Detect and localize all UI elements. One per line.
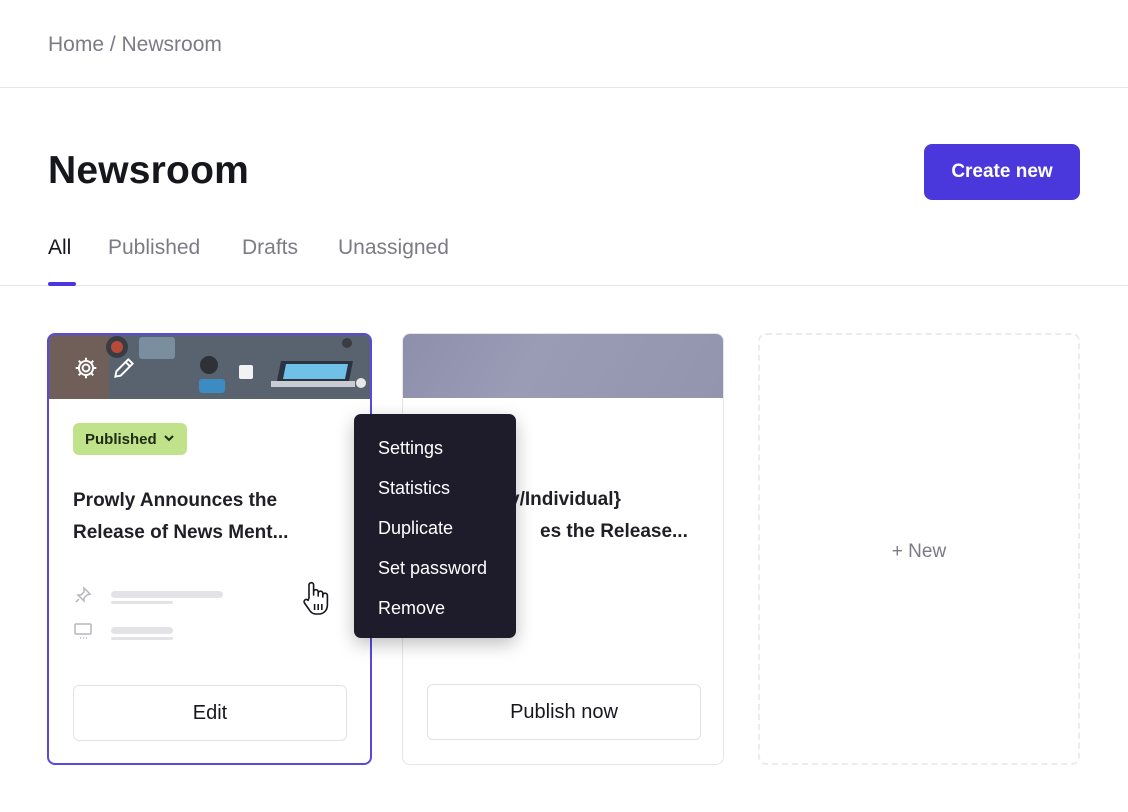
breadcrumb[interactable]: Home / Newsroom	[48, 33, 222, 57]
tab-published[interactable]: Published	[108, 236, 200, 260]
card-title-line: Release of News Ment...	[73, 522, 289, 543]
menu-item-settings[interactable]: Settings	[354, 428, 516, 468]
meta-row	[73, 585, 223, 610]
meta-placeholder	[111, 627, 173, 634]
menu-item-statistics[interactable]: Statistics	[354, 468, 516, 508]
pencil-icon[interactable]	[111, 355, 137, 386]
new-card-placeholder[interactable]: + New	[758, 333, 1080, 765]
card-title[interactable]: Prowly Announces the Release of News Men…	[73, 485, 343, 549]
tab-unassigned[interactable]: Unassigned	[338, 236, 449, 260]
status-label: Published	[85, 430, 157, 448]
gear-icon[interactable]	[73, 355, 99, 386]
create-new-button[interactable]: Create new	[924, 144, 1080, 200]
menu-item-remove[interactable]: Remove	[354, 588, 516, 628]
card-cover-image	[49, 335, 370, 399]
meta-placeholder	[111, 601, 173, 604]
card-title-line: Prowly Announces the	[73, 490, 278, 511]
tab-bar: All Published Drafts Unassigned	[0, 220, 1128, 286]
pin-icon	[73, 585, 93, 610]
active-tab-indicator	[48, 282, 76, 286]
card-context-menu: Settings Statistics Duplicate Set passwo…	[354, 414, 516, 638]
publish-now-button[interactable]: Publish now	[427, 684, 701, 740]
status-badge[interactable]: Published	[73, 423, 187, 455]
hand-cursor-icon	[300, 580, 332, 621]
newsroom-card[interactable]: Published Prowly Announces the Release o…	[47, 333, 372, 765]
edit-button[interactable]: Edit	[73, 685, 347, 741]
card-cover-image	[403, 334, 723, 398]
tab-drafts[interactable]: Drafts	[242, 236, 298, 260]
chevron-down-icon	[163, 431, 175, 448]
menu-item-set-password[interactable]: Set password	[354, 548, 516, 588]
meta-row	[73, 621, 173, 646]
new-card-label[interactable]: + New	[760, 541, 1078, 563]
meta-placeholder	[111, 637, 173, 640]
tab-all[interactable]: All	[48, 236, 71, 260]
page-title: Newsroom	[48, 149, 249, 192]
meta-placeholder	[111, 591, 223, 598]
menu-item-duplicate[interactable]: Duplicate	[354, 508, 516, 548]
top-bar: Home / Newsroom	[0, 0, 1128, 88]
monitor-icon	[73, 621, 93, 646]
